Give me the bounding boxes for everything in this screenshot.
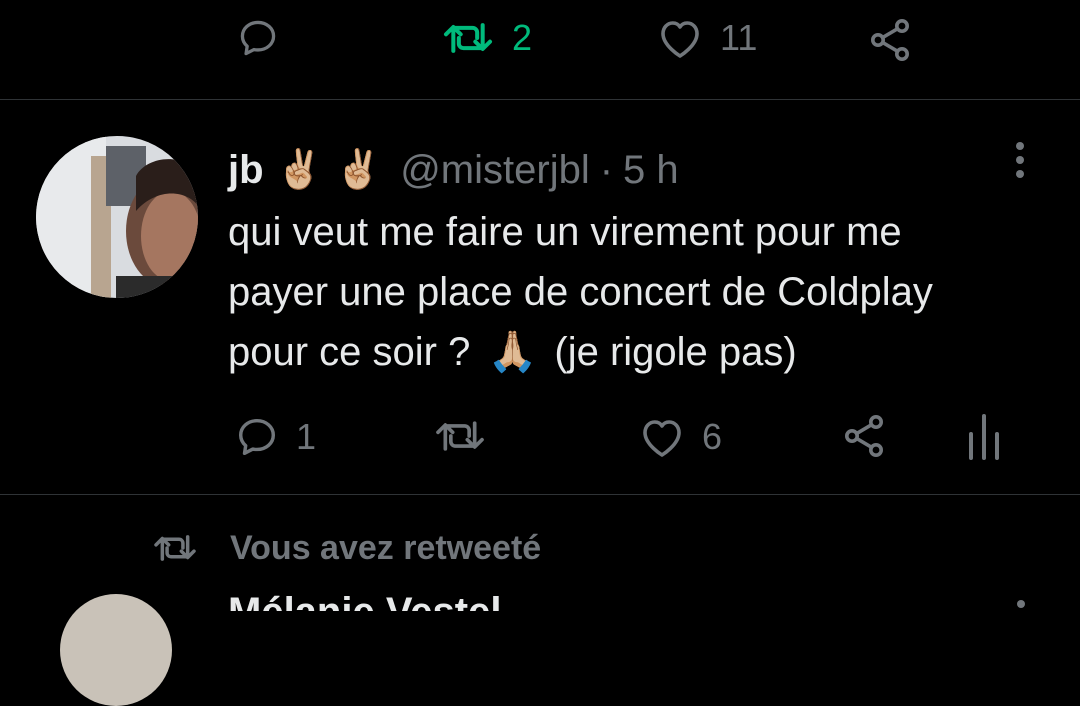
heart-icon bbox=[661, 21, 699, 58]
folded-hands-emoji: 🙏🏼 bbox=[487, 330, 538, 374]
like-count: 11 bbox=[720, 17, 758, 58]
tweet-text-line: qui veut me faire un virement pour me bbox=[228, 210, 902, 254]
like-count: 6 bbox=[702, 416, 723, 457]
retweet-count: 2 bbox=[512, 17, 533, 58]
tweet-text-line: payer une place de concert de Coldplay bbox=[228, 270, 933, 314]
victory-hand-emoji: ✌🏼 bbox=[334, 149, 383, 191]
retweet-icon bbox=[443, 23, 493, 53]
display-name[interactable]: jb bbox=[228, 148, 264, 193]
share-button[interactable] bbox=[840, 412, 888, 460]
like-button[interactable]: 11 bbox=[656, 16, 757, 60]
analytics-button[interactable] bbox=[966, 410, 1002, 462]
retweet-icon bbox=[154, 535, 196, 561]
more-options-button[interactable] bbox=[1008, 140, 1032, 180]
heart-icon bbox=[643, 420, 681, 457]
tweet-text-segment: pour ce soir ? bbox=[228, 330, 471, 374]
reply-count: 1 bbox=[296, 416, 317, 457]
tweet-text-segment: (je rigole pas) bbox=[554, 330, 797, 374]
divider bbox=[0, 494, 1080, 495]
share-button[interactable] bbox=[866, 16, 914, 64]
more-options-button[interactable] bbox=[1016, 596, 1026, 608]
tweet-header: jb ✌🏼 ✌🏼 @misterjbl · 5 h bbox=[228, 142, 679, 198]
retweet-context-label[interactable]: Vous avez retweeté bbox=[230, 529, 541, 568]
separator: · bbox=[599, 147, 614, 192]
user-handle[interactable]: @misterjbl bbox=[400, 148, 590, 193]
share-icon bbox=[845, 415, 883, 457]
tweet-actions: 1 6 bbox=[0, 404, 1080, 468]
divider bbox=[0, 99, 1080, 100]
avatar[interactable] bbox=[36, 136, 198, 298]
tweet-text-line: pour ce soir ? 🙏🏼 (je rigole pas) bbox=[228, 322, 1048, 382]
analytics-icon bbox=[969, 414, 999, 460]
reply-icon bbox=[238, 418, 276, 456]
retweet-icon bbox=[436, 421, 484, 451]
reply-button[interactable]: 1 bbox=[234, 414, 316, 460]
like-button[interactable]: 6 bbox=[638, 414, 722, 460]
victory-hand-emoji: ✌🏼 bbox=[275, 149, 323, 191]
more-vertical-icon bbox=[1016, 142, 1024, 178]
timestamp[interactable]: 5 h bbox=[623, 148, 679, 193]
more-vertical-icon bbox=[1017, 600, 1025, 608]
previous-tweet-actions: 2 11 bbox=[0, 0, 1080, 100]
retweet-context: Vous avez retweeté bbox=[150, 524, 541, 572]
avatar-photo bbox=[36, 136, 198, 298]
tweet-text: qui veut me faire un virement pour me pa… bbox=[228, 202, 1048, 382]
reply-button[interactable] bbox=[236, 16, 280, 60]
retweet-button[interactable]: 2 bbox=[440, 16, 532, 60]
display-name[interactable]: Mélanie Vestel bbox=[228, 590, 501, 611]
share-icon bbox=[871, 19, 909, 61]
reply-icon bbox=[240, 20, 276, 56]
retweet-button[interactable] bbox=[432, 414, 488, 458]
